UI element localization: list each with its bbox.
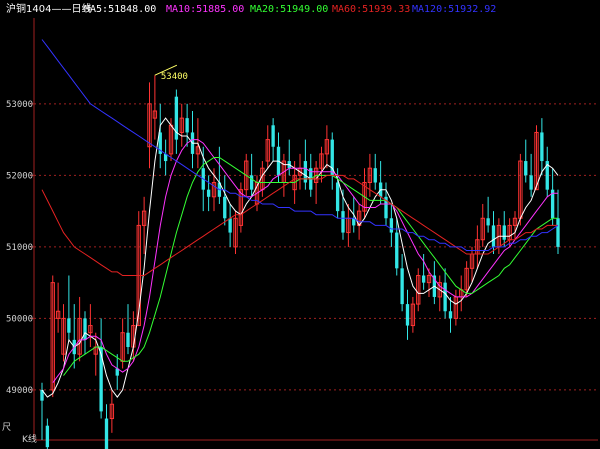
candle-body-84: [491, 225, 496, 247]
y-tick-label-49000: 49000: [6, 386, 33, 396]
candle-body-93: [540, 132, 544, 162]
candle-body-86: [502, 225, 506, 240]
y-tick-label-53000: 53000: [6, 100, 33, 110]
candle-body-27: [185, 118, 189, 133]
candle-body-83: [486, 218, 490, 226]
candle-body-1: [45, 425, 50, 448]
candle-body-31: [206, 189, 211, 197]
candle-body-76: [448, 311, 453, 319]
y-tick-label-52000: 52000: [6, 171, 33, 181]
chart-frame: 沪铜1404——日线 MA5:51848.00 MA10:51885.00 MA…: [0, 0, 600, 449]
candle-body-67: [400, 268, 404, 305]
y-tick-label-50000: 50000: [6, 314, 33, 324]
candle-body-56: [341, 211, 345, 233]
candle-body-39: [249, 175, 254, 190]
annotation-label-0: 53400: [161, 72, 188, 82]
candle-body-62: [373, 168, 377, 183]
y-tick-label-51000: 51000: [6, 243, 33, 253]
candle-body-66: [395, 232, 399, 269]
candle-body-34: [223, 196, 227, 219]
candle-body-12: [104, 418, 109, 449]
candle-body-75: [443, 282, 447, 312]
scale-corner-label: 尺: [2, 423, 12, 433]
candle-body-68: [405, 304, 410, 326]
candle-body-71: [421, 275, 426, 283]
candle-body-16: [126, 332, 130, 348]
candle-body-90: [524, 161, 528, 176]
candle-body-11: [99, 347, 103, 412]
candle-body-55: [335, 182, 340, 212]
candle-body-8: [83, 318, 87, 340]
kline-label: K线: [22, 435, 37, 445]
candle-body-35: [228, 218, 232, 233]
candle-body-65: [389, 218, 394, 233]
candle-body-91: [529, 175, 533, 190]
candle-body-43: [271, 125, 275, 147]
candle-body-96: [556, 218, 560, 247]
candlestick-chart[interactable]: 49000500005100052000530005340047930: [0, 0, 600, 449]
candle-body-5: [67, 318, 71, 333]
